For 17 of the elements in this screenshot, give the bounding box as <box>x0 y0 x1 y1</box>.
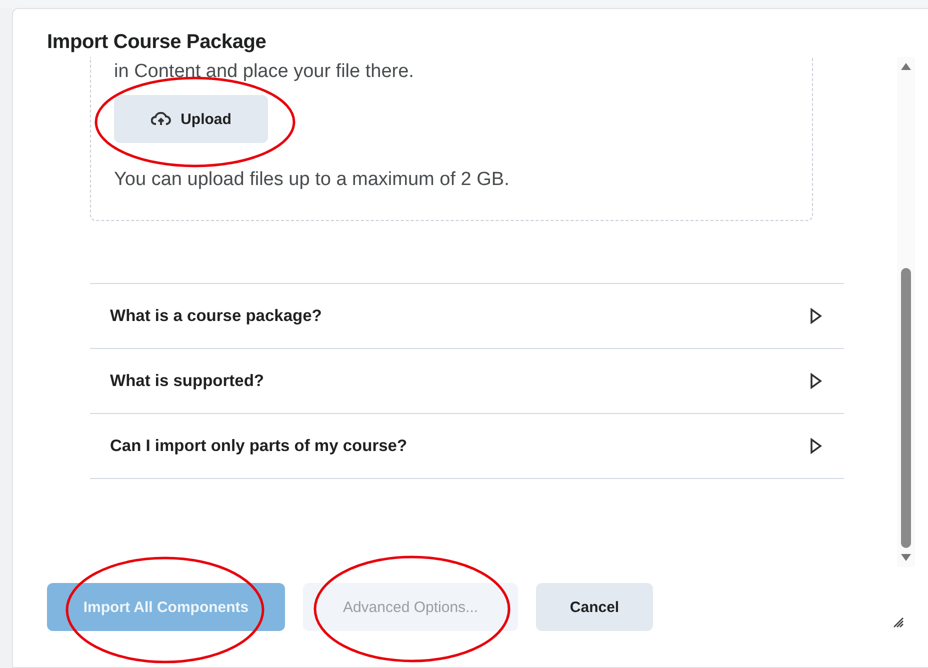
resize-grip-icon[interactable] <box>892 616 904 628</box>
scrollbar-thumb[interactable] <box>901 268 911 548</box>
instruction-text: in Content and place your file there. <box>114 61 415 83</box>
dialog-title: Import Course Package <box>47 31 268 55</box>
faq-item[interactable]: What is supported? <box>90 348 844 413</box>
upload-cloud-icon <box>150 112 171 126</box>
triangle-right-icon <box>810 373 822 389</box>
limit-note: You can upload files up to a maximum of 2 GB. <box>114 169 510 191</box>
triangle-right-icon <box>810 308 822 324</box>
faq-item[interactable]: Can I import only parts of my course? <box>90 413 844 479</box>
dialog-button[interactable]: Cancel <box>536 583 653 631</box>
triangle-right-icon <box>810 438 822 454</box>
faq-item[interactable]: What is a course package? <box>90 283 844 348</box>
upload-button[interactable]: Upload <box>114 95 268 143</box>
dropzone[interactable]: in Content and place your file there. Upload You can upload files up to a maximum of 2 GB. <box>90 57 813 221</box>
scroll-up-icon[interactable] <box>901 63 911 70</box>
scroll-down-icon[interactable] <box>901 554 911 561</box>
